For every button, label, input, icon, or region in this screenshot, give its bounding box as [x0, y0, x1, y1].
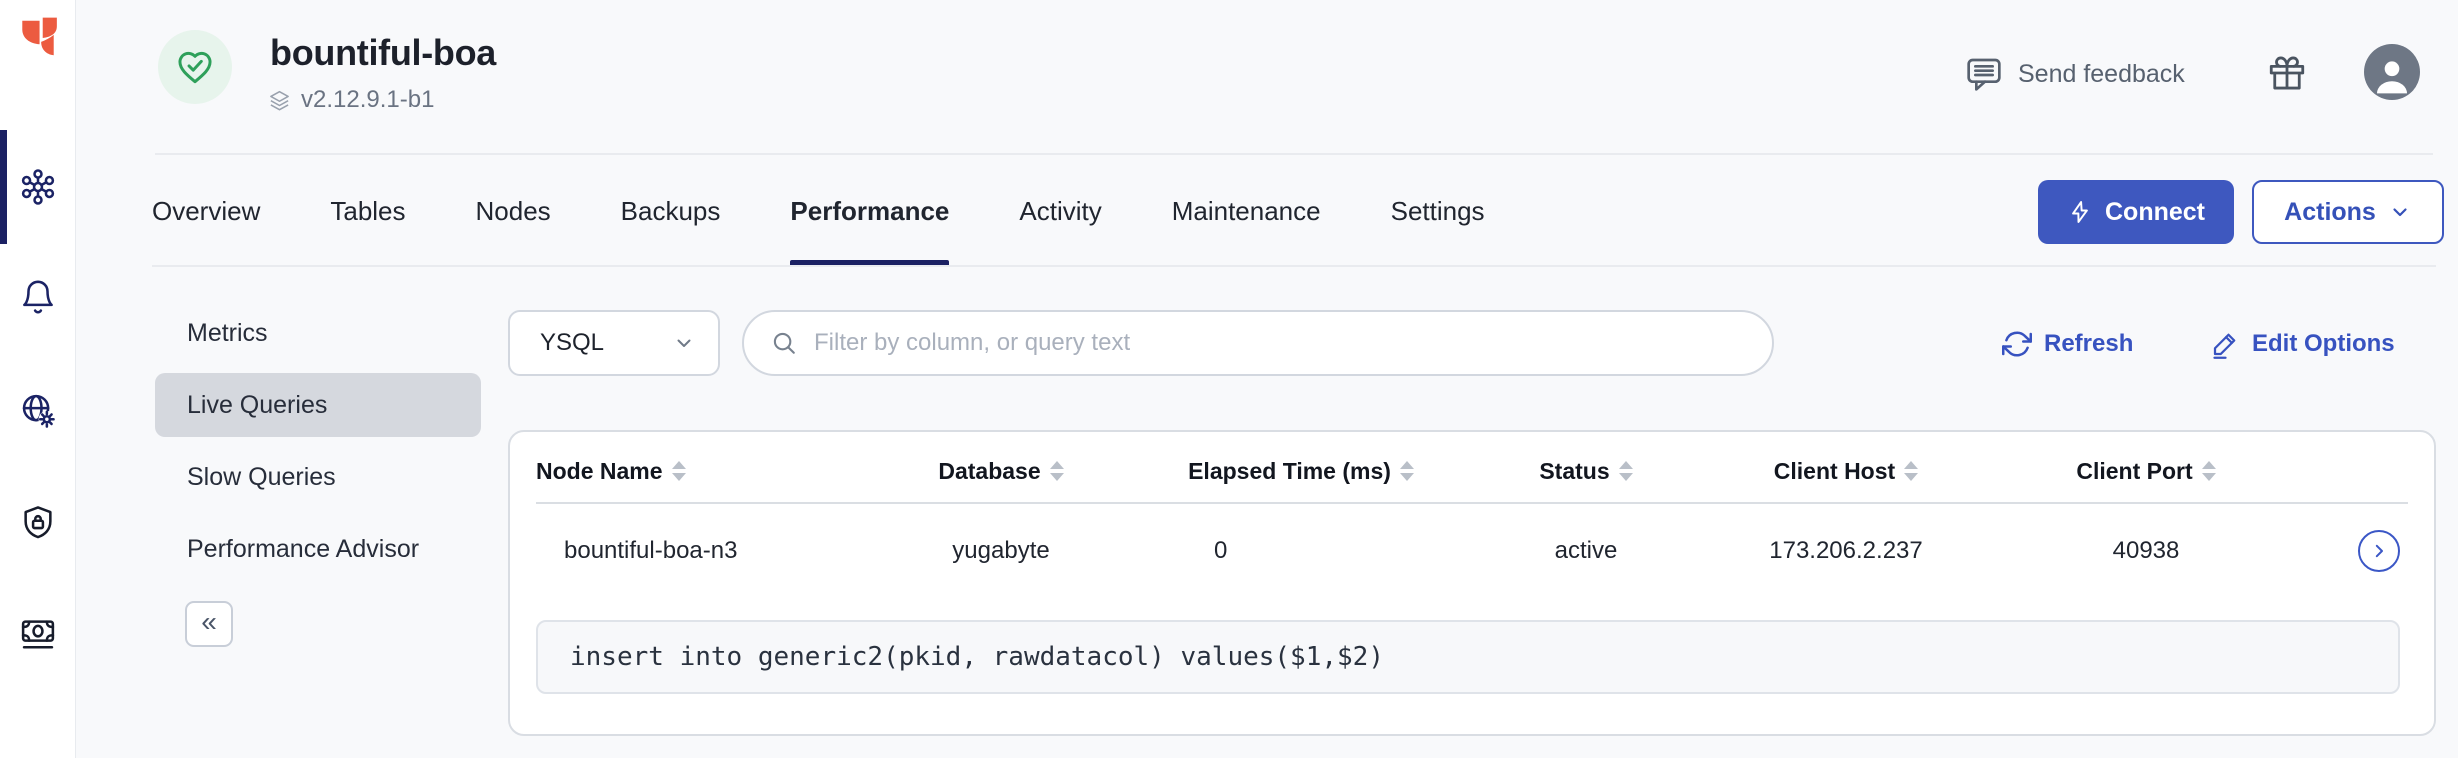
column-header-client-host[interactable]: Client Host — [1706, 458, 1986, 485]
tab-performance[interactable]: Performance — [790, 156, 950, 266]
header-divider — [155, 153, 2433, 155]
column-header-database[interactable]: Database — [866, 458, 1136, 485]
lightning-bolt-icon — [2072, 201, 2088, 223]
tab-activity[interactable]: Activity — [1019, 156, 1101, 266]
edit-options-label: Edit Options — [2252, 330, 2395, 357]
heart-check-icon — [178, 51, 212, 84]
table-row[interactable]: bountiful-boa-n3 yugabyte 0 active 173.2… — [536, 504, 2408, 598]
api-type-value: YSQL — [540, 329, 605, 356]
cluster-tab-bar: Overview Tables Nodes Backups Performanc… — [152, 156, 1485, 266]
refresh-button[interactable]: Refresh — [2002, 324, 2133, 364]
tab-performance-label: Performance — [790, 195, 950, 226]
chevron-down-icon — [2393, 208, 2407, 217]
column-label: Client Port — [2076, 457, 2193, 484]
send-feedback-button[interactable]: Send feedback — [1964, 50, 2185, 98]
query-sql-text: insert into generic2(pkid, rawdatacol) v… — [570, 642, 1384, 672]
column-header-elapsed-time[interactable]: Elapsed Time (ms) — [1136, 458, 1466, 485]
edit-pencil-icon — [2213, 333, 2236, 359]
network-settings-icon[interactable] — [16, 389, 60, 433]
gift-button[interactable] — [2264, 50, 2310, 96]
chevrons-left-icon: « — [201, 606, 217, 637]
tab-nodes[interactable]: Nodes — [476, 156, 551, 266]
column-header-status[interactable]: Status — [1466, 458, 1706, 485]
sort-icon — [671, 461, 686, 481]
live-queries-table-card: Node Name Database Elapsed Time (ms) Sta… — [508, 430, 2436, 736]
tab-bar-divider — [152, 265, 2436, 267]
person-icon — [2376, 61, 2408, 94]
version-label: v2.12.9.1-b1 — [301, 86, 435, 113]
left-rail — [0, 0, 76, 758]
actions-button[interactable]: Actions — [2252, 180, 2444, 244]
live-queries-page: bountiful-boa v2.12.9.1-b1 Send feedback — [0, 0, 2458, 758]
clusters-icon[interactable] — [16, 165, 60, 209]
collapse-sidenav-button[interactable]: « — [185, 601, 233, 647]
search-icon — [773, 332, 795, 354]
filter-input[interactable] — [814, 329, 1748, 357]
cluster-version: v2.12.9.1-b1 — [268, 86, 434, 114]
column-label: Client Host — [1773, 457, 1896, 484]
actions-button-label: Actions — [2284, 197, 2376, 226]
cell-client-host: 173.206.2.237 — [1769, 537, 1923, 564]
send-feedback-label: Send feedback — [2018, 59, 2185, 88]
alerts-bell-icon[interactable] — [16, 275, 60, 319]
cluster-name-title: bountiful-boa — [270, 32, 497, 73]
query-filter-field — [742, 310, 1774, 376]
column-header-client-port[interactable]: Client Port — [1986, 458, 2306, 485]
tab-maintenance[interactable]: Maintenance — [1172, 156, 1321, 266]
user-avatar[interactable] — [2364, 44, 2420, 100]
tab-overview[interactable]: Overview — [152, 156, 260, 266]
column-header-node-name[interactable]: Node Name — [536, 458, 866, 485]
connect-button-label: Connect — [2105, 197, 2205, 226]
sort-icon — [1399, 461, 1414, 481]
cell-status: active — [1554, 537, 1618, 564]
subnav-item-live-queries[interactable]: Live Queries — [155, 373, 481, 437]
query-text-box: insert into generic2(pkid, rawdatacol) v… — [536, 620, 2400, 694]
cell-database: yugabyte — [952, 537, 1050, 564]
column-label: Node Name — [536, 457, 663, 484]
cluster-health-badge — [158, 30, 232, 104]
column-label: Status — [1539, 457, 1610, 484]
connect-button[interactable]: Connect — [2038, 180, 2234, 244]
gift-icon — [2269, 56, 2305, 90]
api-type-select[interactable]: YSQL — [508, 310, 720, 376]
edit-options-button[interactable]: Edit Options — [2210, 324, 2395, 364]
sort-icon — [1904, 461, 1919, 481]
refresh-label: Refresh — [2044, 330, 2134, 357]
tab-tables[interactable]: Tables — [330, 156, 405, 266]
chevron-right-icon — [2375, 544, 2383, 558]
active-nav-indicator — [0, 130, 7, 244]
sort-icon — [1049, 461, 1064, 481]
sort-icon — [1618, 461, 1633, 481]
tab-settings[interactable]: Settings — [1391, 156, 1485, 266]
chevron-down-icon — [677, 339, 691, 347]
subnav-item-performance-advisor[interactable]: Performance Advisor — [155, 517, 481, 581]
tab-backups[interactable]: Backups — [621, 156, 721, 266]
row-detail-button[interactable] — [2358, 530, 2400, 572]
subnav-item-metrics[interactable]: Metrics — [155, 301, 481, 365]
security-shield-icon[interactable] — [16, 501, 60, 545]
billing-icon[interactable] — [16, 611, 60, 655]
layers-icon — [270, 90, 289, 110]
cell-node-name: bountiful-boa-n3 — [564, 537, 738, 564]
sort-icon — [2201, 461, 2216, 481]
chat-bubble-icon — [1967, 58, 2001, 91]
table-header-row: Node Name Database Elapsed Time (ms) Sta… — [536, 444, 2408, 498]
cell-client-port: 40938 — [2112, 537, 2180, 564]
cell-elapsed-time: 0 — [1214, 537, 1228, 564]
column-label: Database — [938, 457, 1041, 484]
subnav-item-slow-queries[interactable]: Slow Queries — [155, 445, 481, 509]
column-label: Elapsed Time (ms) — [1188, 457, 1391, 484]
refresh-icon — [2002, 331, 2032, 357]
yugabyte-logo-icon[interactable] — [16, 14, 60, 62]
